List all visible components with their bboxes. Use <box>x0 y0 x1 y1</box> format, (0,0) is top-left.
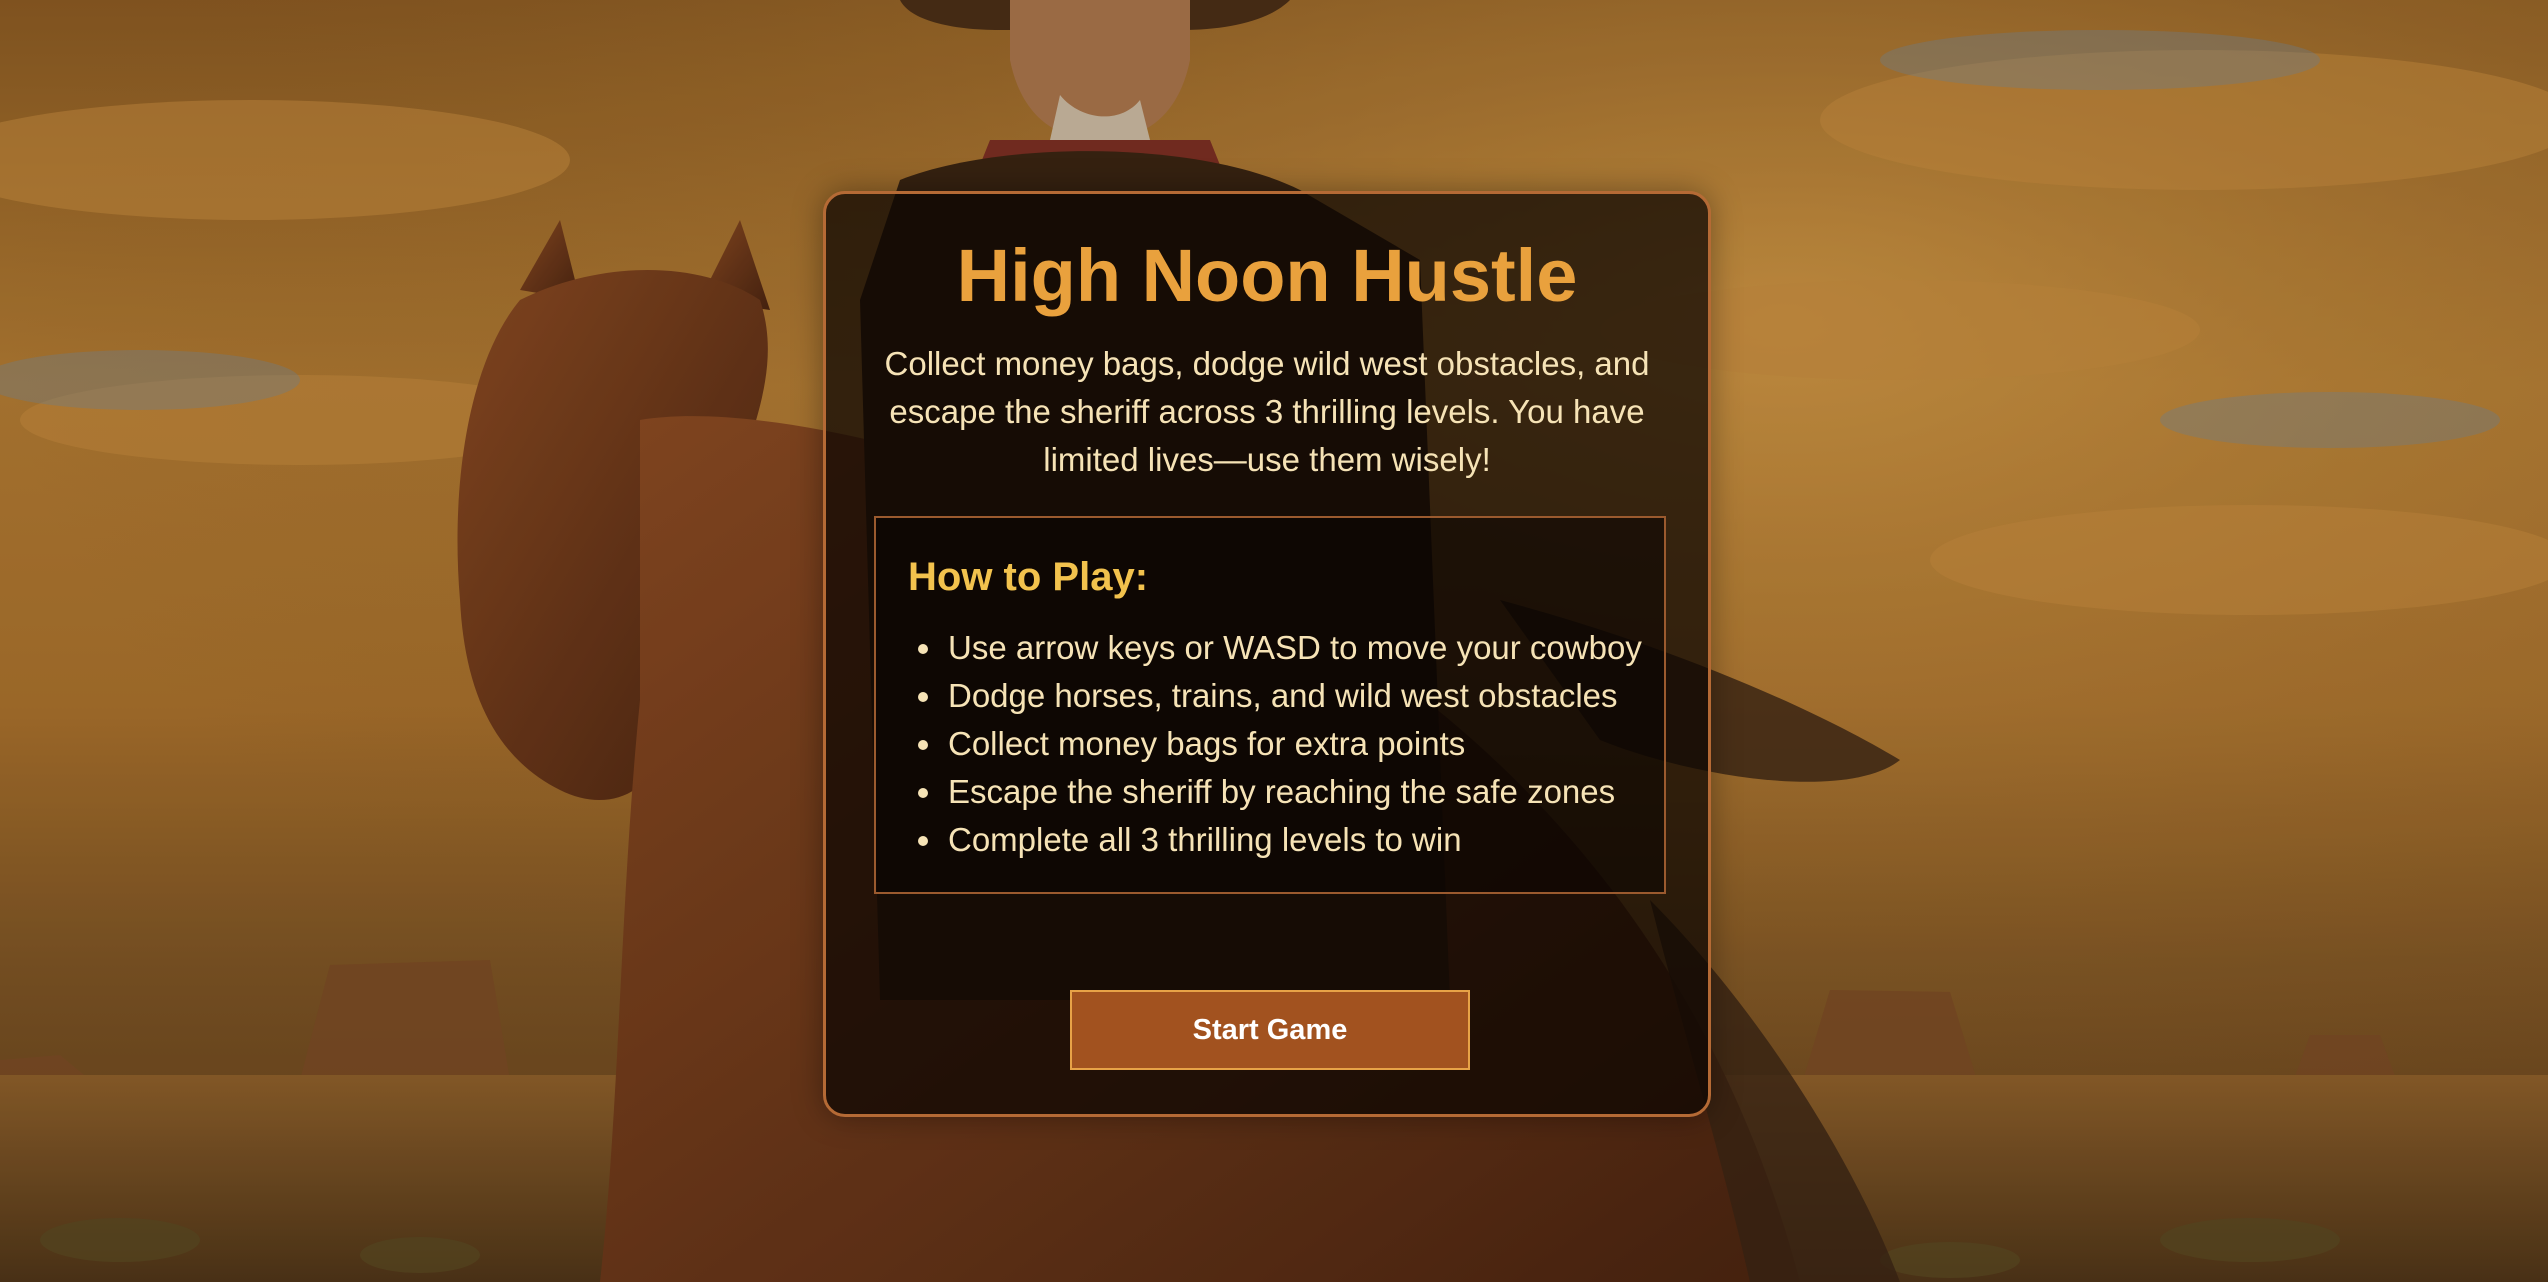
list-item: Collect money bags for extra points <box>914 720 1642 768</box>
how-to-play-box: How to Play: Use arrow keys or WASD to m… <box>874 516 1666 894</box>
instructions-list: Use arrow keys or WASD to move your cowb… <box>914 624 1642 864</box>
bullet-icon <box>918 644 928 654</box>
instruction-text: Use arrow keys or WASD to move your cowb… <box>948 629 1642 666</box>
how-to-play-heading: How to Play: <box>908 555 1149 599</box>
instruction-text: Collect money bags for extra points <box>948 725 1466 762</box>
game-title: High Noon Hustle <box>956 234 1578 317</box>
bullet-icon <box>918 740 928 750</box>
list-item: Complete all 3 thrilling levels to win <box>914 816 1642 864</box>
start-game-button[interactable]: Start Game <box>1070 990 1470 1070</box>
list-item: Use arrow keys or WASD to move your cowb… <box>914 624 1642 672</box>
list-item: Escape the sheriff by reaching the safe … <box>914 768 1642 816</box>
game-start-screen: High Noon Hustle Collect money bags, dod… <box>0 0 2548 1282</box>
bullet-icon <box>918 788 928 798</box>
start-panel: High Noon Hustle Collect money bags, dod… <box>823 191 1711 1117</box>
list-item: Dodge horses, trains, and wild west obst… <box>914 672 1642 720</box>
instruction-text: Dodge horses, trains, and wild west obst… <box>948 677 1618 714</box>
instruction-text: Escape the sheriff by reaching the safe … <box>948 773 1616 810</box>
game-description: Collect money bags, dodge wild west obst… <box>884 345 1650 478</box>
instruction-text: Complete all 3 thrilling levels to win <box>948 821 1462 858</box>
bullet-icon <box>918 692 928 702</box>
bullet-icon <box>918 836 928 846</box>
